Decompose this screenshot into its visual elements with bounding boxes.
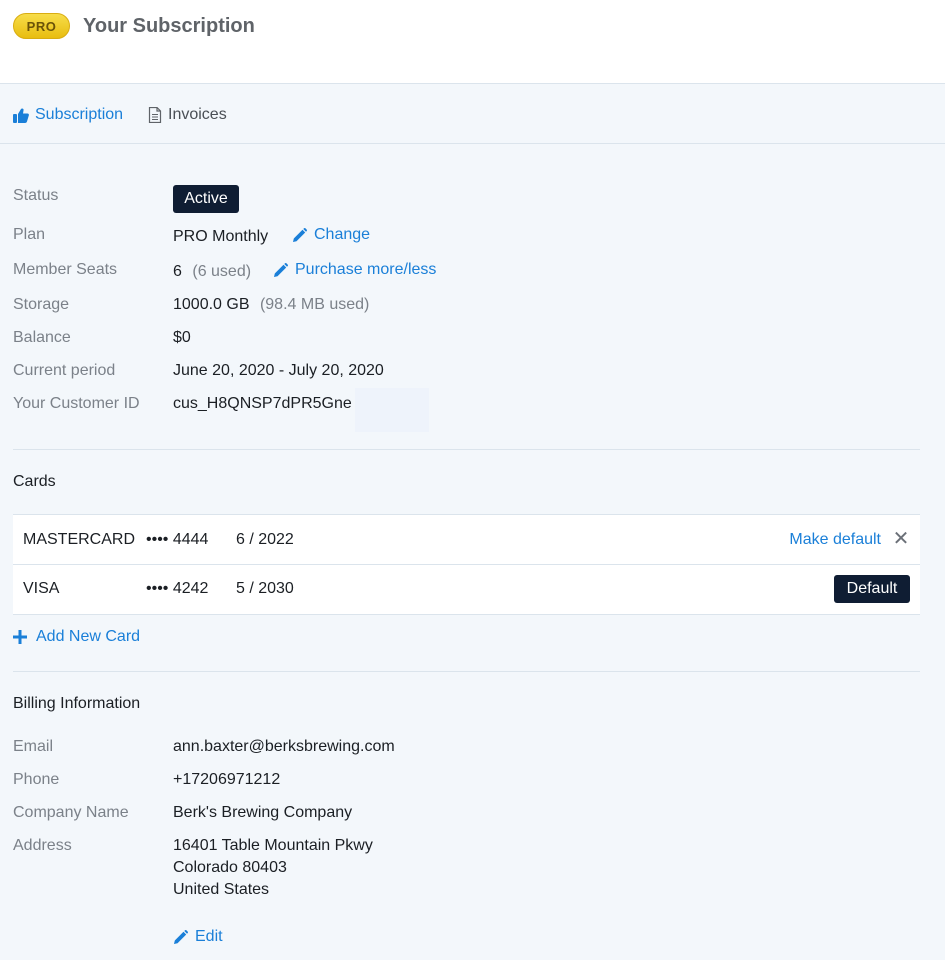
company-value: Berk's Brewing Company (173, 804, 353, 821)
customer-id-label: Your Customer ID (13, 395, 140, 412)
plan-value: PRO Monthly (173, 228, 269, 245)
pencil-icon (174, 929, 188, 944)
page-header: PRO Your Subscription (0, 0, 945, 84)
address-line1: 16401 Table Mountain Pkwy (173, 837, 373, 854)
address-label: Address (13, 837, 72, 854)
storage-label: Storage (13, 296, 70, 313)
period-label: Current period (13, 362, 116, 379)
tab-subscription-label: Subscription (35, 106, 124, 123)
period-value: June 20, 2020 - July 20, 2020 (173, 362, 384, 379)
balance-label: Balance (13, 329, 71, 346)
remove-card-icon[interactable]: ✕ (892, 528, 910, 550)
card-row: VISA •••• 4242 5 / 2030 Default (13, 564, 920, 614)
page-title: Your Subscription (83, 15, 255, 37)
tab-invoices[interactable]: Invoices (148, 104, 227, 126)
pro-badge: PRO (13, 13, 70, 39)
storage-used: (98.4 MB used) (259, 296, 370, 313)
thumbs-up-icon (13, 108, 29, 123)
company-label: Company Name (13, 804, 129, 821)
change-plan-link[interactable]: Change (292, 224, 370, 246)
card-expiry: 5 / 2030 (236, 580, 294, 597)
edit-billing-link[interactable]: Edit (173, 926, 223, 948)
plan-label: Plan (13, 226, 46, 243)
address-line2: Colorado 80403 (173, 859, 287, 876)
pencil-icon (274, 262, 288, 277)
email-value: ann.baxter@berksbrewing.com (173, 738, 395, 755)
default-card-badge: Default (834, 575, 910, 603)
card-brand: VISA (23, 580, 60, 597)
divider (13, 449, 920, 450)
purchase-seats-label: Purchase more/less (295, 261, 437, 278)
storage-total: 1000.0 GB (173, 296, 250, 313)
balance-value: $0 (173, 329, 191, 346)
status-label: Status (13, 187, 59, 204)
document-icon (148, 107, 162, 123)
customer-id-value: cus_H8QNSP7dPR5Gne (173, 395, 352, 412)
change-plan-label: Change (314, 226, 371, 243)
phone-label: Phone (13, 771, 60, 788)
card-row: MASTERCARD •••• 4444 6 / 2022 Make defau… (13, 515, 920, 565)
pencil-icon (293, 227, 307, 242)
card-brand: MASTERCARD (23, 531, 136, 548)
add-card-label: Add New Card (36, 628, 141, 645)
phone-value: +17206971212 (173, 771, 281, 788)
card-last4: •••• 4242 (146, 580, 209, 597)
seats-value: 6 (6 used) (173, 261, 251, 283)
add-card-button[interactable]: Add New Card (13, 626, 140, 648)
make-default-link[interactable]: Make default (789, 529, 881, 551)
cards-title: Cards (13, 473, 56, 490)
status-badge: Active (173, 185, 239, 213)
storage-value: 1000.0 GB (98.4 MB used) (173, 294, 369, 316)
card-last4: •••• 4444 (146, 531, 209, 548)
tab-invoices-label: Invoices (168, 106, 227, 123)
card-expiry: 6 / 2022 (236, 531, 294, 548)
seats-count: 6 (173, 263, 182, 280)
customer-id-highlight (355, 388, 429, 432)
purchase-seats-link[interactable]: Purchase more/less (273, 259, 436, 281)
seats-used: (6 used) (192, 263, 252, 280)
edit-billing-label: Edit (195, 928, 223, 945)
divider (13, 671, 920, 672)
email-label: Email (13, 738, 54, 755)
cards-table: MASTERCARD •••• 4444 6 / 2022 Make defau… (13, 514, 920, 615)
tab-bar: Subscription Invoices (0, 85, 945, 144)
plus-icon (13, 630, 27, 644)
billing-title: Billing Information (13, 695, 141, 712)
tab-subscription[interactable]: Subscription (13, 104, 123, 126)
address-line3: United States (173, 881, 270, 898)
seats-label: Member Seats (13, 261, 118, 278)
